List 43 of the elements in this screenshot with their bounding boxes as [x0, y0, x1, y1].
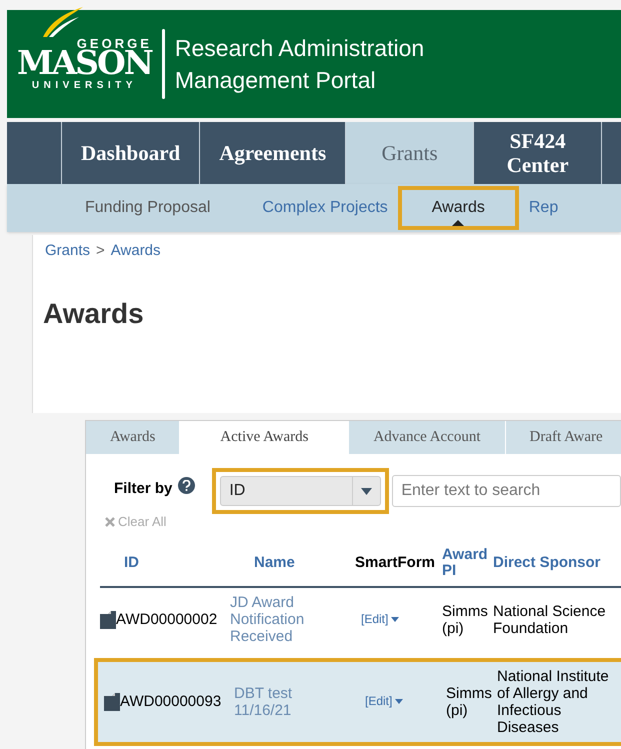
column-header[interactable]: Direct Sponsor	[493, 554, 621, 570]
nav-tab[interactable]: Grants	[346, 122, 474, 184]
breadcrumb-link[interactable]: Awards	[110, 240, 161, 262]
portal-title: Management Portal	[174, 66, 377, 95]
close-icon	[104, 516, 116, 528]
caret-icon	[391, 617, 400, 622]
filter-select[interactable]: ID	[220, 476, 382, 506]
column-header: SmartForm	[355, 554, 436, 570]
table-cell-text: Simms (pi)	[442, 602, 489, 636]
caret-icon	[395, 699, 404, 704]
table-cell-text: National Institute of Allergy and Infectious Diseases	[497, 668, 610, 736]
column-header[interactable]: Award PI	[442, 546, 493, 578]
breadcrumb-link[interactable]: Grants	[45, 240, 90, 262]
logo-top-text: GEORGE	[76, 37, 152, 50]
award-name-link[interactable]: JD Award Notification Received	[230, 594, 325, 645]
table-cell: AWD00000002	[116, 611, 218, 628]
page-title: Awards	[43, 296, 145, 330]
tab[interactable]: Awards	[86, 421, 180, 454]
column-header[interactable]: Name	[230, 554, 355, 570]
active-indicator-icon	[452, 220, 464, 226]
table-cell: AWD00000093	[120, 693, 222, 710]
tab[interactable]: Advance Account	[349, 421, 506, 454]
sub-nav-link[interactable]: Rep	[520, 186, 566, 230]
help-icon[interactable]	[178, 476, 196, 494]
document-icon	[104, 692, 120, 710]
logo-bottom-text: UNIVERSITY	[32, 81, 137, 91]
document-icon	[100, 610, 116, 628]
caret-icon	[361, 488, 372, 494]
sub-nav-link[interactable]: Funding Proposal	[77, 186, 218, 230]
sub-nav-link[interactable]: Complex Projects	[254, 186, 396, 230]
tab[interactable]: Draft Aware	[506, 421, 621, 454]
edit-link[interactable]: [Edit]	[365, 693, 404, 710]
filter-label: Filter by	[114, 479, 172, 499]
table-cell-text: Simms (pi)	[446, 684, 493, 718]
award-name-link[interactable]: DBT test 11/16/21	[234, 684, 329, 718]
breadcrumb-separator: >	[96, 241, 105, 261]
column-header[interactable]: ID	[100, 554, 230, 570]
search-field[interactable]: Enter text to search	[392, 475, 621, 507]
edit-link[interactable]: [Edit]	[361, 611, 400, 628]
table-row[interactable]: AWD00000002 JD Award Notification Received [Edit] Simms (pi) National Science Foundation	[94, 588, 621, 652]
portal-title: Research Administration	[174, 34, 424, 63]
table-cell-text: National Science Foundation	[493, 602, 607, 636]
sub-nav-link[interactable]: Awards	[398, 186, 519, 230]
